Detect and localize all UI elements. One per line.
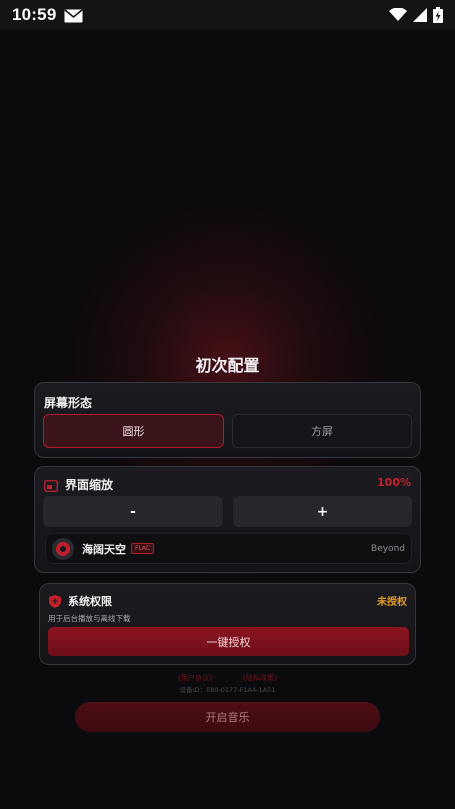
disc-icon [52, 537, 74, 560]
privacy-policy-link[interactable]: 《隐私政策》 [239, 674, 281, 682]
permission-description: 用于后台播放与离线下载 [48, 614, 131, 623]
permission-title: 系统权限 [68, 595, 112, 608]
grant-permission-button[interactable]: 一键授权 [48, 627, 409, 656]
shape-square-button[interactable]: 方屏 [232, 414, 412, 448]
screen-scale-icon [44, 477, 58, 492]
flac-badge: FLAC [131, 543, 155, 554]
device-id: 设备ID：E80-0177-F1A4-1A51 [179, 686, 276, 694]
preview-artist: Beyond [371, 543, 405, 554]
permission-status: 未授权 [377, 597, 407, 608]
status-time: 10:59 [12, 5, 57, 24]
shield-icon [49, 593, 61, 608]
wifi-icon [389, 8, 407, 22]
user-agreement-link[interactable]: 《用户协议》 [174, 674, 216, 682]
scale-decrease-button[interactable]: - [43, 496, 223, 527]
ui-scale-title: 界面缩放 [65, 478, 114, 492]
ui-scale-percent: 100% [377, 476, 411, 489]
scale-preview-player: 海阔天空 FLAC Beyond [45, 533, 412, 564]
scale-increase-button[interactable]: + [233, 496, 412, 527]
footer-links: 《用户协议》 · 《隐私政策》 [0, 673, 455, 683]
screen-shape-title: 屏幕形态 [44, 396, 93, 410]
footer-separator: · [226, 674, 229, 682]
mail-icon [64, 8, 83, 23]
preview-song-title: 海阔天空 [82, 542, 126, 556]
ui-scale-card: 界面缩放 100% - + 海阔天空 FLAC Beyond [34, 466, 421, 573]
battery-charging-icon [433, 7, 443, 23]
status-icons [389, 7, 443, 23]
permission-card: 系统权限 未授权 用于后台播放与离线下载 一键授权 [39, 583, 416, 665]
shape-round-button[interactable]: 圆形 [43, 414, 224, 448]
screen-shape-card: 屏幕形态 圆形 方屏 [34, 382, 421, 458]
page-title: 初次配置 [195, 356, 260, 375]
status-bar: 10:59 [0, 0, 455, 30]
start-music-button[interactable]: 开启音乐 [75, 702, 380, 732]
signal-icon [413, 8, 427, 22]
